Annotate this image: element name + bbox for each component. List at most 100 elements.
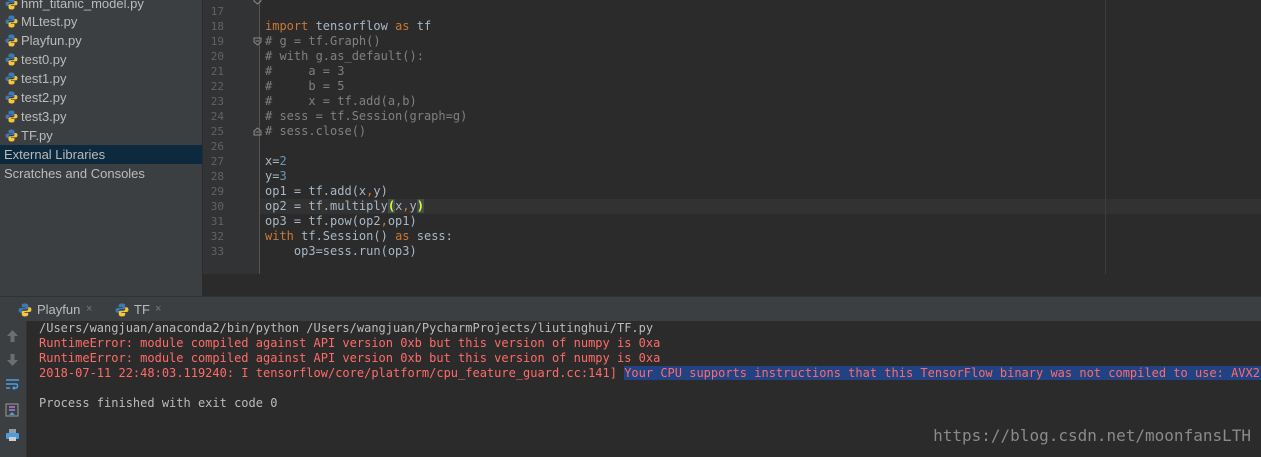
tree-item-file[interactable]: test3.py bbox=[0, 107, 202, 126]
keyword: import bbox=[265, 19, 309, 33]
code-comment: # sess = tf.Session(graph=g) bbox=[265, 109, 468, 123]
number-literal: 3 bbox=[279, 169, 287, 183]
run-tabs-bar: Playfun × TF × bbox=[0, 296, 1261, 321]
console-selected-text[interactable]: Your CPU supports instructions that this… bbox=[624, 366, 1261, 380]
down-arrow-icon[interactable] bbox=[5, 353, 20, 367]
tree-item-file[interactable]: Playfun.py bbox=[0, 31, 202, 50]
tree-item-external-libraries[interactable]: External Libraries bbox=[0, 145, 202, 164]
line-number: 19 bbox=[210, 35, 224, 48]
code-line: with tf.Session() as sess: bbox=[265, 229, 453, 244]
editor-footer bbox=[203, 274, 1261, 296]
code-comment: # a = 3 bbox=[265, 64, 345, 78]
tree-item-label: test0.py bbox=[21, 52, 67, 67]
line-number: 26 bbox=[210, 140, 224, 153]
tree-item-file[interactable]: TF.py bbox=[0, 126, 202, 145]
python-file-icon bbox=[115, 303, 129, 317]
run-toolbar bbox=[0, 321, 27, 457]
line-number: 17 bbox=[210, 5, 224, 18]
keyword: as bbox=[395, 229, 410, 243]
tree-item-label: MLtest.py bbox=[21, 14, 78, 29]
code-line: op2 = tf.multiply(x,y) bbox=[265, 199, 424, 214]
up-arrow-icon[interactable] bbox=[5, 329, 20, 343]
code-line: y=3 bbox=[265, 169, 287, 184]
scroll-to-end-icon[interactable] bbox=[5, 403, 20, 417]
python-file-icon bbox=[5, 15, 18, 28]
fold-marker-icon[interactable] bbox=[253, 127, 262, 136]
code-token: op2 = tf.multiply bbox=[265, 199, 388, 213]
tree-item-file[interactable]: test1.py bbox=[0, 69, 202, 88]
line-number: 30 bbox=[210, 200, 224, 213]
tree-item-label: test3.py bbox=[21, 109, 67, 124]
close-icon[interactable]: × bbox=[86, 297, 92, 322]
matched-brace: ) bbox=[416, 199, 424, 213]
soft-wrap-icon[interactable] bbox=[5, 378, 20, 392]
matched-brace: ( bbox=[387, 199, 396, 213]
run-tab-tf[interactable]: TF × bbox=[115, 297, 165, 322]
code-line: op3=sess.run(op3) bbox=[265, 244, 417, 258]
code-line: import tensorflow as tf bbox=[265, 19, 431, 34]
run-tab-playfun[interactable]: Playfun × bbox=[18, 297, 100, 322]
tree-item-label: test2.py bbox=[21, 90, 67, 105]
console-log-prefix: 2018-07-11 22:48:03.119240: I tensorflow… bbox=[39, 366, 625, 380]
tree-item-scratches[interactable]: Scratches and Consoles bbox=[0, 164, 202, 183]
line-number: 28 bbox=[210, 170, 224, 183]
tree-item-label: Scratches and Consoles bbox=[4, 166, 145, 181]
code-comment: # b = 5 bbox=[265, 79, 345, 93]
code-token: x= bbox=[265, 154, 280, 168]
code-comment: # sess.close() bbox=[265, 124, 367, 138]
code-token: y= bbox=[265, 169, 280, 183]
python-file-icon bbox=[18, 303, 32, 317]
code-token: sess: bbox=[409, 229, 453, 243]
fold-marker-icon[interactable] bbox=[253, 37, 262, 46]
code-comma: , bbox=[380, 214, 388, 228]
fold-marker-icon[interactable] bbox=[253, 0, 262, 5]
ide-window: hmf_titanic_model.py MLtest.py Playfun.p… bbox=[0, 0, 1261, 457]
line-number: 33 bbox=[210, 245, 224, 258]
code-comment: # x = tf.add(a,b) bbox=[265, 94, 417, 108]
line-number: 25 bbox=[210, 125, 224, 138]
line-number: 29 bbox=[210, 185, 224, 198]
python-file-icon bbox=[5, 72, 18, 85]
tree-item-label: Playfun.py bbox=[21, 33, 82, 48]
line-number: 21 bbox=[210, 65, 224, 78]
keyword: as bbox=[395, 19, 410, 33]
python-file-icon bbox=[5, 34, 18, 47]
tree-item-file[interactable]: MLtest.py bbox=[0, 12, 202, 31]
tree-item-file[interactable]: test0.py bbox=[0, 50, 202, 69]
line-number: 18 bbox=[210, 20, 224, 33]
line-number: 23 bbox=[210, 95, 224, 108]
close-icon[interactable]: × bbox=[155, 297, 161, 322]
python-file-icon bbox=[5, 0, 18, 10]
code-comma: , bbox=[402, 199, 410, 213]
watermark: https://blog.csdn.net/moonfansLTH bbox=[933, 426, 1251, 445]
code-token: tf bbox=[409, 19, 432, 33]
line-number: 32 bbox=[210, 230, 224, 243]
code-token: y bbox=[409, 199, 417, 213]
code-token: op3 = tf.pow(op2 bbox=[265, 214, 381, 228]
keyword: with bbox=[265, 229, 294, 243]
code-comment: # with g.as_default(): bbox=[265, 49, 424, 63]
tree-item-label: External Libraries bbox=[4, 147, 106, 162]
line-number: 27 bbox=[210, 155, 224, 168]
run-tab-label: TF bbox=[134, 302, 150, 317]
right-margin-guide bbox=[1105, 0, 1106, 274]
code-line: x=2 bbox=[265, 154, 287, 169]
tree-item-file[interactable]: test2.py bbox=[0, 88, 202, 107]
code-token: y) bbox=[373, 184, 388, 198]
line-number: 20 bbox=[210, 50, 224, 63]
code-comment: # g = tf.Graph() bbox=[265, 34, 381, 48]
code-token: tensorflow bbox=[308, 19, 396, 33]
code-token: op1 = tf.add(x bbox=[265, 184, 367, 198]
console-error-line: RuntimeError: module compiled against AP… bbox=[39, 336, 661, 350]
python-file-icon bbox=[5, 129, 18, 142]
python-file-icon bbox=[5, 110, 18, 123]
tree-item-label: test1.py bbox=[21, 71, 67, 86]
code-token: op1) bbox=[387, 214, 417, 228]
console-log-line: 2018-07-11 22:48:03.119240: I tensorflow… bbox=[39, 366, 1261, 381]
print-icon[interactable] bbox=[5, 428, 20, 442]
number-literal: 2 bbox=[279, 154, 287, 168]
code-line: op1 = tf.add(x,y) bbox=[265, 184, 388, 199]
console-exit-line: Process finished with exit code 0 bbox=[39, 396, 278, 410]
console-error-line: RuntimeError: module compiled against AP… bbox=[39, 351, 661, 365]
code-token: tf.Session() bbox=[293, 229, 396, 243]
